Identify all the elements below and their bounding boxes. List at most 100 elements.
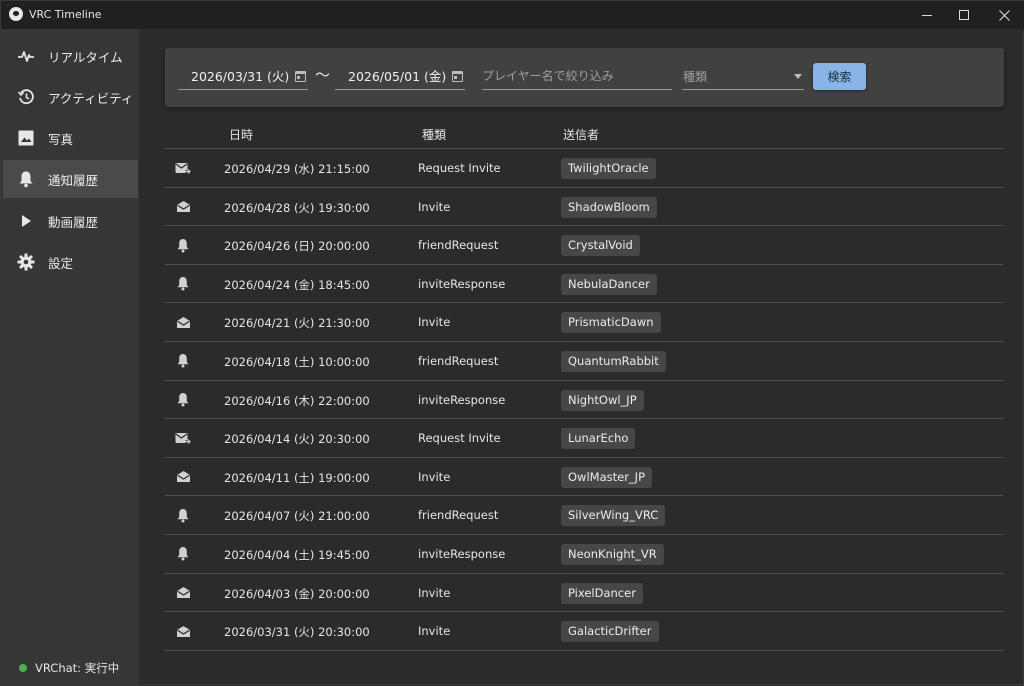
row-sender-chip[interactable]: NightOwl_JP [561,389,644,411]
table-row[interactable]: 2026/04/14 (火) 20:30:00 Request Invite Lun… [165,419,1003,458]
date-range-separator: 〜 [315,66,331,84]
mail-open-icon [175,200,191,214]
sidebar-item-label: 動画履歴 [48,214,99,230]
table-body: 2026/04/29 (水) 21:15:00 Request Invite Twi… [165,149,1003,651]
table-row[interactable]: 2026/04/29 (水) 21:15:00 Request Invite Twi… [165,149,1003,188]
mail-open-icon [175,586,191,600]
date-from-field[interactable]: 2026/03/31 (火) [178,62,308,90]
row-datetime: 2026/04/29 (水) 21:15:00 [224,162,370,176]
row-datetime: 2026/04/14 (火) 20:30:00 [224,432,370,447]
title-bar: VRC Timeline [1,1,1024,29]
calendar-icon[interactable] [452,71,463,82]
mail-forward-icon [175,161,191,175]
sidebar-item-activity[interactable]: アクティビティ [3,78,138,116]
bell-icon [175,547,191,561]
row-datetime: 2026/04/03 (金) 20:00:00 [224,586,370,601]
table-row[interactable]: 2026/04/04 (土) 19:45:00 inviteResponse Neo… [165,535,1003,574]
row-sender-chip[interactable]: TwilightOracle [561,158,656,179]
row-type: inviteResponse [418,276,506,291]
status-dot-icon [19,664,27,672]
sidebar-item-label: アクティビティ [48,90,134,106]
column-header-sender[interactable]: 送信者 [563,126,599,143]
table-row[interactable]: 2026/04/03 (金) 20:00:00 Invite PixelDancer [165,574,1003,613]
sidebar-item-label: 通知履歴 [48,172,99,188]
sidebar-item-photos[interactable]: 写真 [3,119,138,157]
status-text: VRChat: 実行中 [35,661,120,675]
table-row[interactable]: 2026/04/21 (火) 21:30:00 Invite PrismaticDa… [165,303,1003,342]
sidebar: リアルタイム アクティビティ 写真 通知履歴 動画履歴 設定 VRChat: 実… [1,29,140,686]
row-datetime: 2026/03/31 (火) 20:30:00 [224,625,370,640]
row-type: friendRequest [418,508,499,523]
row-datetime: 2026/04/04 (土) 19:45:00 [224,547,370,562]
row-type: Invite [418,624,451,639]
row-datetime: 2026/04/26 (日) 20:00:00 [224,239,370,254]
row-datetime: 2026/04/16 (木) 22:00:00 [224,393,370,408]
sidebar-item-video-history[interactable]: 動画履歴 [3,202,138,240]
table-row[interactable]: 2026/04/24 (金) 18:45:00 inviteResponse Neb… [165,265,1003,304]
row-type: Invite [418,199,451,214]
row-sender-chip[interactable]: ShadowBloom [561,196,657,218]
app-window: VRC Timeline リアルタイム アクティビティ 写真 通知履歴 動画履歴… [0,0,1024,686]
player-filter-input[interactable] [482,62,672,90]
app-title: VRC Timeline [29,8,102,21]
maximize-icon [959,10,969,20]
row-datetime: 2026/04/18 (土) 10:00:00 [224,354,370,369]
mail-forward-icon [175,431,191,445]
row-sender-chip[interactable]: NebulaDancer [561,273,657,295]
image-icon [17,129,35,147]
row-datetime: 2026/04/28 (火) 19:30:00 [224,200,370,215]
row-sender-chip[interactable]: OwlMaster_JP [561,466,653,488]
table-row[interactable]: 2026/04/28 (火) 19:30:00 Invite ShadowBloom [165,188,1003,227]
history-icon [17,88,35,106]
sidebar-item-label: リアルタイム [48,49,123,65]
close-button[interactable] [981,1,1024,29]
gear-icon [17,253,35,271]
row-sender-chip[interactable]: GalacticDrifter [561,621,659,643]
table-row[interactable]: 2026/04/07 (火) 21:00:00 friendRequest Silv… [165,496,1003,535]
row-type: Request Invite [418,431,501,446]
play-icon [17,212,35,230]
chevron-down-icon [794,74,802,79]
date-to-value: 2026/05/01 (金) [348,69,447,84]
bell-icon [175,508,191,523]
bell-icon [175,238,191,253]
bell-icon [175,393,191,407]
mail-open-icon [175,624,191,638]
row-datetime: 2026/04/07 (火) 21:00:00 [224,509,370,524]
type-select[interactable]: 種類 [682,62,804,90]
bell-icon [175,354,191,368]
sidebar-item-label: 写真 [48,131,74,147]
table-row[interactable]: 2026/03/31 (火) 20:30:00 Invite GalacticDri… [165,612,1003,651]
row-type: Invite [418,585,451,600]
sidebar-item-notifications[interactable]: 通知履歴 [3,160,138,198]
row-datetime: 2026/04/11 (土) 19:00:00 [224,470,370,485]
type-select-placeholder: 種類 [683,70,708,84]
close-icon [998,9,1010,21]
row-sender-chip[interactable]: QuantumRabbit [561,350,666,372]
row-sender-chip[interactable]: PixelDancer [561,582,643,604]
table-row[interactable]: 2026/04/18 (土) 10:00:00 friendRequest Quan… [165,342,1003,381]
mail-open-icon [175,315,191,329]
column-header-datetime[interactable]: 日時 [229,126,253,143]
table-row[interactable]: 2026/04/16 (木) 22:00:00 inviteResponse Nig… [165,381,1003,420]
mail-open-icon [175,470,191,484]
table-row[interactable]: 2026/04/26 (日) 20:00:00 friendRequest Crys… [165,226,1003,265]
row-datetime: 2026/04/21 (火) 21:30:00 [224,316,370,331]
sidebar-item-settings[interactable]: 設定 [3,243,138,281]
bell-icon [175,277,191,291]
calendar-icon[interactable] [295,71,306,82]
filter-bar: 2026/03/31 (火) 〜 2026/05/01 (金) 種類 検索 [165,48,1004,107]
sidebar-item-realtime[interactable]: リアルタイム [3,37,138,75]
row-type: Request Invite [418,161,501,175]
search-button[interactable]: 検索 [813,63,866,90]
row-sender-chip[interactable]: LunarEcho [561,428,636,450]
row-sender-chip[interactable]: NeonKnight_VR [561,543,664,565]
column-header-type[interactable]: 種類 [422,126,446,143]
row-datetime: 2026/04/24 (金) 18:45:00 [224,277,370,292]
app-logo-icon [9,7,23,21]
row-sender-chip[interactable]: SilverWing_VRC [561,505,666,527]
table-row[interactable]: 2026/04/11 (土) 19:00:00 Invite OwlMaster_J… [165,458,1003,497]
date-to-field[interactable]: 2026/05/01 (金) [335,62,465,90]
row-sender-chip[interactable]: PrismaticDawn [561,312,661,334]
row-sender-chip[interactable]: CrystalVoid [561,235,640,257]
